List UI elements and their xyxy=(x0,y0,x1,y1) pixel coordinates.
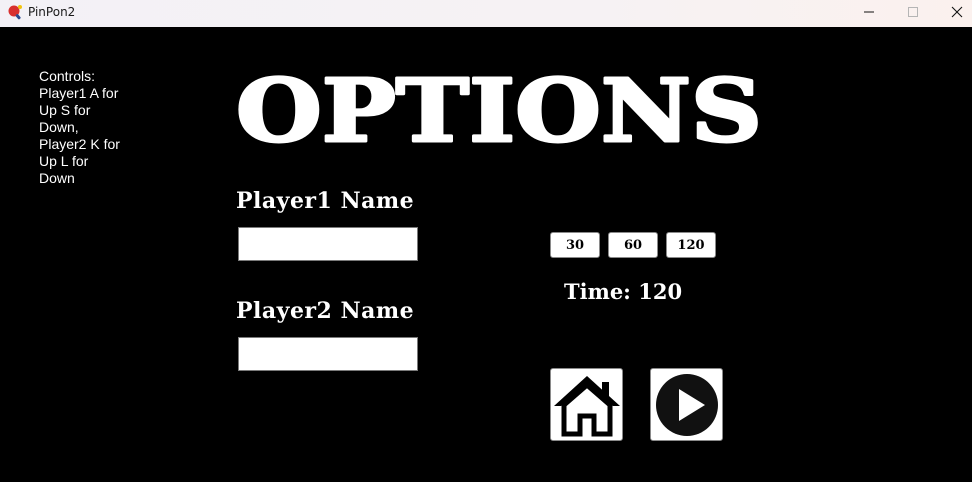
player1-name-label: Player1 Name xyxy=(236,188,415,214)
controls-help: Controls: Player1 A for Up S for Down, P… xyxy=(39,68,134,187)
player2-name-input[interactable] xyxy=(238,337,418,371)
time-30-button[interactable]: 30 xyxy=(550,232,600,258)
time-value: 120 xyxy=(638,279,683,304)
title-bar[interactable]: PinPon2 xyxy=(0,0,972,27)
minimize-button[interactable] xyxy=(846,0,892,24)
controls-line: Up S for xyxy=(39,102,91,118)
controls-line: Player1 A for xyxy=(39,85,119,101)
home-icon xyxy=(553,375,620,436)
time-label: Time: xyxy=(564,279,631,304)
ping-pong-paddle-icon xyxy=(8,5,22,20)
time-readout: Time: 120 xyxy=(564,279,682,305)
controls-line: Down xyxy=(39,170,75,186)
app-window: PinPon2 Controls: Player1 A for Up S for… xyxy=(0,0,972,482)
controls-line: Down, xyxy=(39,119,79,135)
close-icon xyxy=(951,6,963,18)
window-title: PinPon2 xyxy=(28,5,76,19)
close-button[interactable] xyxy=(934,0,972,24)
time-120-button[interactable]: 120 xyxy=(666,232,716,258)
player2-name-label: Player2 Name xyxy=(236,298,415,324)
home-button[interactable] xyxy=(550,368,623,441)
controls-line: Up L for xyxy=(39,153,89,169)
play-button[interactable] xyxy=(650,368,723,441)
maximize-button[interactable] xyxy=(890,0,936,24)
page-title-text: OPTIONS xyxy=(236,67,762,157)
controls-line: Controls: xyxy=(39,68,96,84)
play-icon xyxy=(655,373,718,436)
page-title: OPTIONS xyxy=(235,67,764,157)
minimize-icon xyxy=(864,11,874,13)
options-screen: Controls: Player1 A for Up S for Down, P… xyxy=(0,27,972,482)
time-60-button[interactable]: 60 xyxy=(608,232,658,258)
maximize-icon xyxy=(908,7,918,17)
controls-line: Player2 K for xyxy=(39,136,120,152)
player1-name-input[interactable] xyxy=(238,227,418,261)
